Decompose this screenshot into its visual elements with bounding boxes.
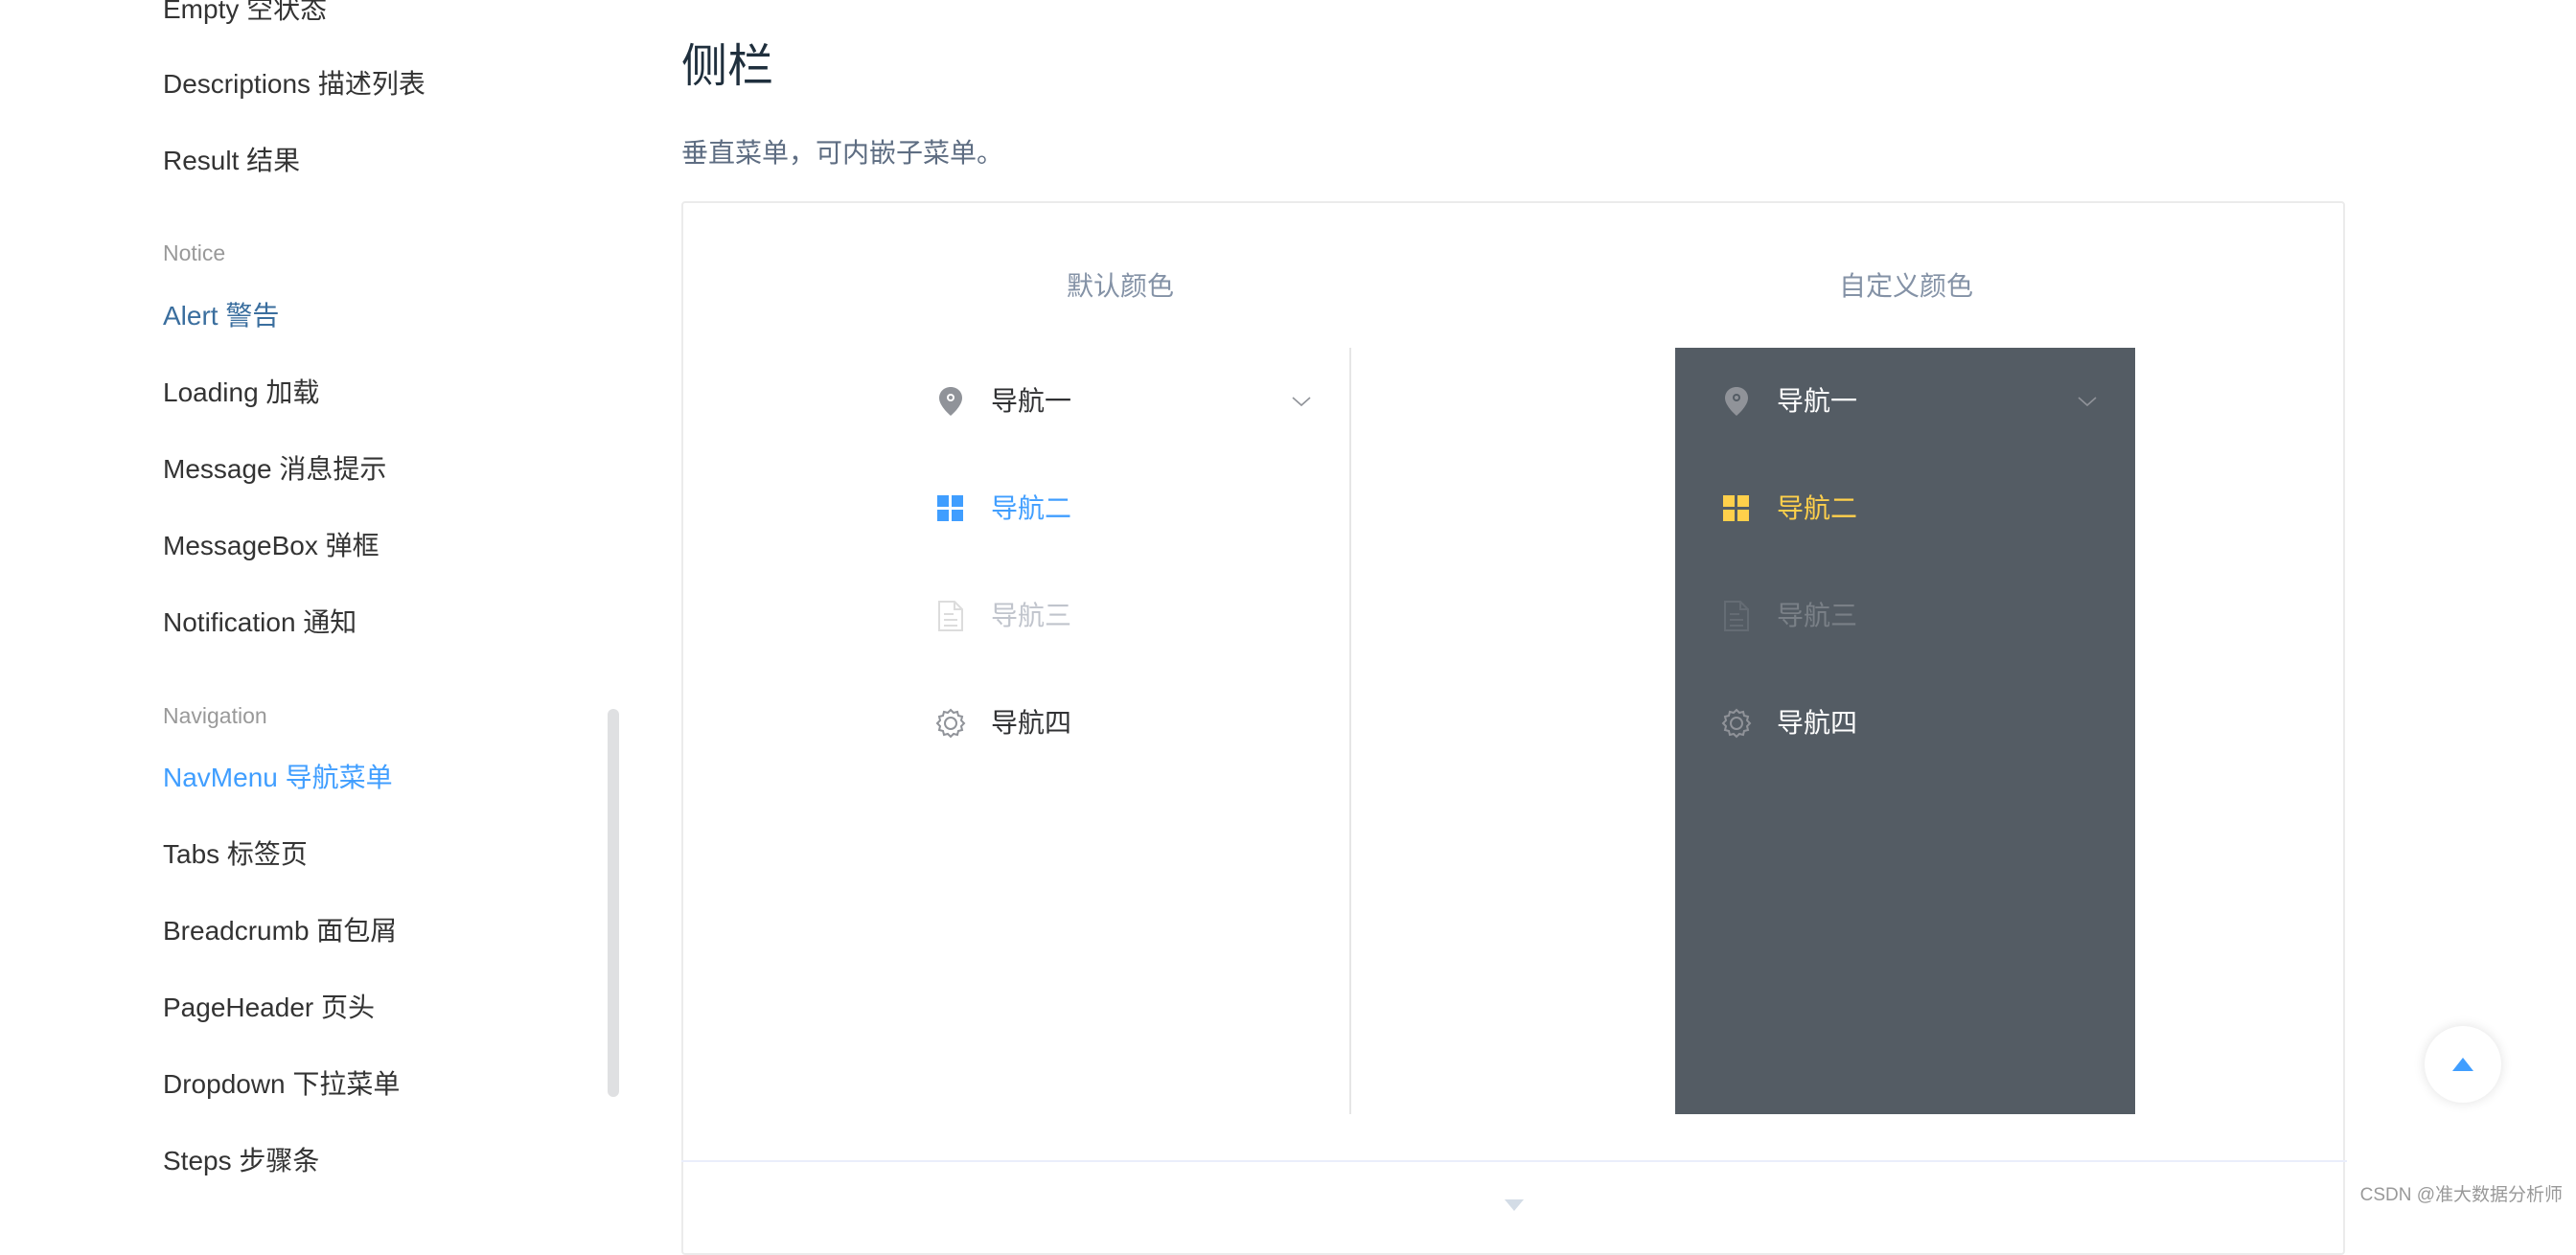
setting-icon [1721, 708, 1752, 739]
sidebar-scrollbar[interactable] [608, 709, 619, 1097]
menu-item-nav-1[interactable]: 导航一 [926, 348, 1349, 455]
sidebar-item-dropdown[interactable]: Dropdown 下拉菜单 [163, 1067, 400, 1102]
sidebar-item-messagebox[interactable]: MessageBox 弹框 [163, 529, 380, 563]
document-icon [935, 601, 966, 631]
sidebar-item-tabs[interactable]: Tabs 标签页 [163, 837, 308, 872]
sidebar-item-alert[interactable]: Alert 警告 [163, 299, 279, 333]
expand-code-caret-icon[interactable] [1505, 1199, 1524, 1211]
sidebar-item-breadcrumb[interactable]: Breadcrumb 面包屑 [163, 914, 397, 948]
sidebar-item-notification[interactable]: Notification 通知 [163, 605, 356, 640]
chevron-down-icon [2076, 390, 2099, 413]
menu-item-label: 导航三 [1777, 601, 1858, 630]
menu-item-nav-4[interactable]: 导航四 [926, 670, 1349, 777]
sidebar-group-notice: Notice [163, 240, 226, 265]
chevron-down-icon [1290, 390, 1313, 413]
menu-item-label: 导航三 [991, 601, 1072, 630]
menu-grid-icon [935, 493, 966, 524]
menu-item-label: 导航四 [1777, 708, 1858, 738]
page-title: 侧栏 [681, 41, 774, 92]
menu-item-nav-3: 导航三 [1675, 562, 2135, 670]
sidebar-item-pageheader[interactable]: PageHeader 页头 [163, 991, 375, 1025]
watermark: CSDN @准大数据分析师 [2359, 1185, 2563, 1205]
document-icon [1721, 601, 1752, 631]
sidebar-item-steps[interactable]: Steps 步骤条 [163, 1144, 319, 1178]
sidebar-item-navmenu[interactable]: NavMenu 导航菜单 [163, 761, 393, 795]
menu-item-nav-4[interactable]: 导航四 [1675, 670, 2135, 777]
default-color-menu: 导航一 导航二 导航三 导航四 [926, 348, 1351, 1114]
back-to-top-button[interactable] [2425, 1026, 2501, 1103]
menu-item-label: 导航四 [991, 708, 1072, 738]
menu-item-nav-2[interactable]: 导航二 [926, 455, 1349, 562]
sidebar-item-empty[interactable]: Empty 空状态 [163, 0, 327, 27]
page-description: 垂直菜单，可内嵌子菜单。 [681, 138, 1004, 168]
menu-grid-icon [1721, 493, 1752, 524]
menu-item-label: 导航一 [1777, 386, 1858, 416]
custom-color-title: 自定义颜色 [1838, 271, 1974, 301]
menu-item-label: 导航二 [1777, 493, 1858, 523]
menu-item-nav-3: 导航三 [926, 562, 1349, 670]
sidebar-item-loading[interactable]: Loading 加载 [163, 376, 319, 410]
sidebar-item-message[interactable]: Message 消息提示 [163, 452, 386, 487]
caret-top-icon [2452, 1058, 2473, 1071]
menu-item-label: 导航二 [991, 493, 1072, 523]
demo-card-divider [681, 1160, 2347, 1162]
custom-color-menu: 导航一 导航二 导航三 导航四 [1675, 348, 2135, 1114]
setting-icon [935, 708, 966, 739]
location-icon [935, 386, 966, 417]
menu-item-nav-1[interactable]: 导航一 [1675, 348, 2135, 455]
menu-item-label: 导航一 [991, 386, 1072, 416]
sidebar-group-navigation: Navigation [163, 703, 267, 728]
location-icon [1721, 386, 1752, 417]
default-color-title: 默认颜色 [1066, 271, 1175, 301]
menu-item-nav-2[interactable]: 导航二 [1675, 455, 2135, 562]
sidebar-item-descriptions[interactable]: Descriptions 描述列表 [163, 67, 426, 102]
sidebar-item-result[interactable]: Result 结果 [163, 144, 300, 178]
